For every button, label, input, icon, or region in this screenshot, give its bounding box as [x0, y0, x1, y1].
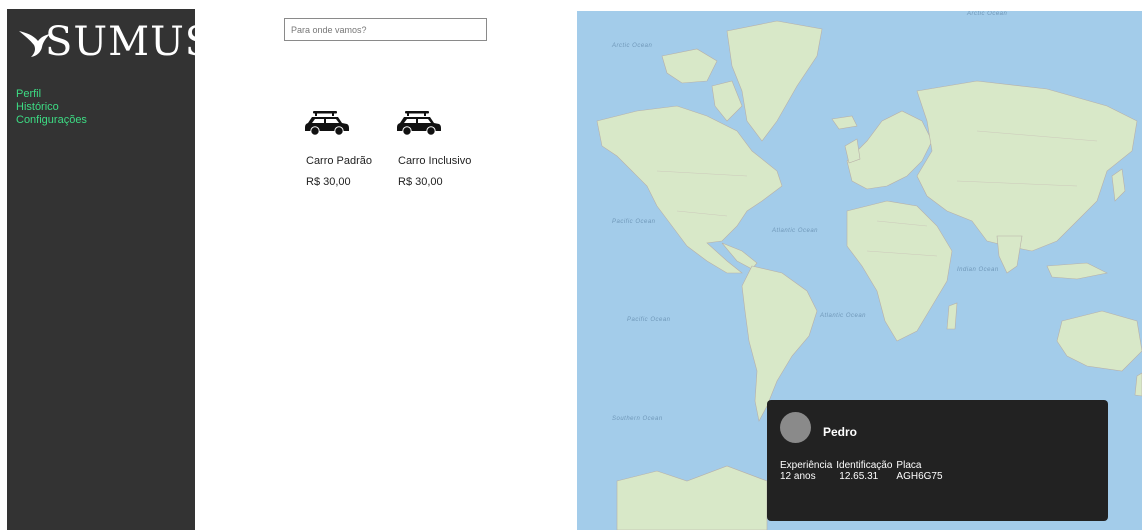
land-india: [996, 235, 1023, 274]
land-baffin: [711, 80, 743, 122]
destination-search-input[interactable]: [284, 18, 487, 41]
ocean-label: Southern Ocean: [612, 416, 663, 422]
avatar: [780, 412, 811, 443]
car-name: Carro Padrão: [306, 155, 373, 167]
stat-value: 12 anos: [780, 471, 816, 482]
sidebar-item-perfil[interactable]: Perfil: [16, 88, 87, 101]
sidebar-item-historico[interactable]: Histórico: [16, 101, 87, 114]
driver-name: Pedro: [823, 425, 858, 439]
land-iceland: [831, 115, 858, 130]
ocean-label: Atlantic Ocean: [820, 313, 867, 319]
land-antarctica: [616, 465, 768, 530]
land-greenland: [726, 20, 823, 142]
driver-stat-identificacao: Identificação 12.65.31: [836, 460, 892, 482]
stat-label: Experiência: [780, 460, 833, 471]
ocean-label: Arctic Ocean: [612, 43, 653, 49]
land-japan: [1111, 168, 1126, 202]
stat-value: 12.65.31: [839, 471, 879, 482]
app-root: SUMUS Perfil Histórico Configurações Car…: [0, 0, 1142, 530]
land-arctic-islands: [661, 48, 718, 84]
car-option-inclusivo[interactable]: Carro Inclusivo R$ 30,00: [397, 108, 478, 188]
stat-label: Identificação: [836, 460, 893, 471]
stat-label: Placa: [896, 460, 922, 471]
car-option-padrao[interactable]: Carro Padrão R$ 30,00: [305, 108, 386, 188]
brand-name: SUMUS: [45, 19, 214, 65]
land-south-america: [741, 265, 818, 422]
land-uk: [844, 138, 861, 164]
driver-stat-placa: Placa AGH6G75: [896, 460, 942, 482]
land-new-zealand: [1134, 372, 1142, 397]
driver-stat-experiencia: Experiência 12 anos: [780, 460, 832, 482]
car-name: Carro Inclusivo: [398, 155, 472, 167]
land-madagascar: [946, 302, 958, 330]
land-indonesia: [1046, 262, 1108, 280]
car-icon: [305, 111, 349, 136]
sidebar-item-configuracoes[interactable]: Configurações: [16, 114, 87, 127]
driver-card[interactable]: Pedro Experiência 12 anos Identificação …: [767, 400, 1108, 521]
driver-stats: Experiência 12 anos Identificação 12.65.…: [780, 460, 943, 482]
ocean-label: Pacific Ocean: [612, 219, 656, 225]
land-asia: [916, 80, 1138, 252]
land-africa: [846, 200, 953, 342]
car-icon: [397, 111, 441, 136]
ocean-label: Pacific Ocean: [627, 317, 671, 323]
ocean-label: Atlantic Ocean: [772, 228, 819, 234]
sidebar-nav: Perfil Histórico Configurações: [16, 88, 87, 127]
car-price: R$ 30,00: [398, 176, 443, 188]
sidebar: SUMUS Perfil Histórico Configurações: [7, 9, 212, 530]
car-price: R$ 30,00: [306, 176, 351, 188]
land-australia: [1056, 310, 1142, 372]
stat-value: AGH6G75: [896, 471, 943, 482]
brand-logo[interactable]: SUMUS: [17, 19, 213, 65]
ocean-label: Arctic Ocean: [967, 11, 1008, 17]
ocean-label: Indian Ocean: [957, 267, 999, 273]
